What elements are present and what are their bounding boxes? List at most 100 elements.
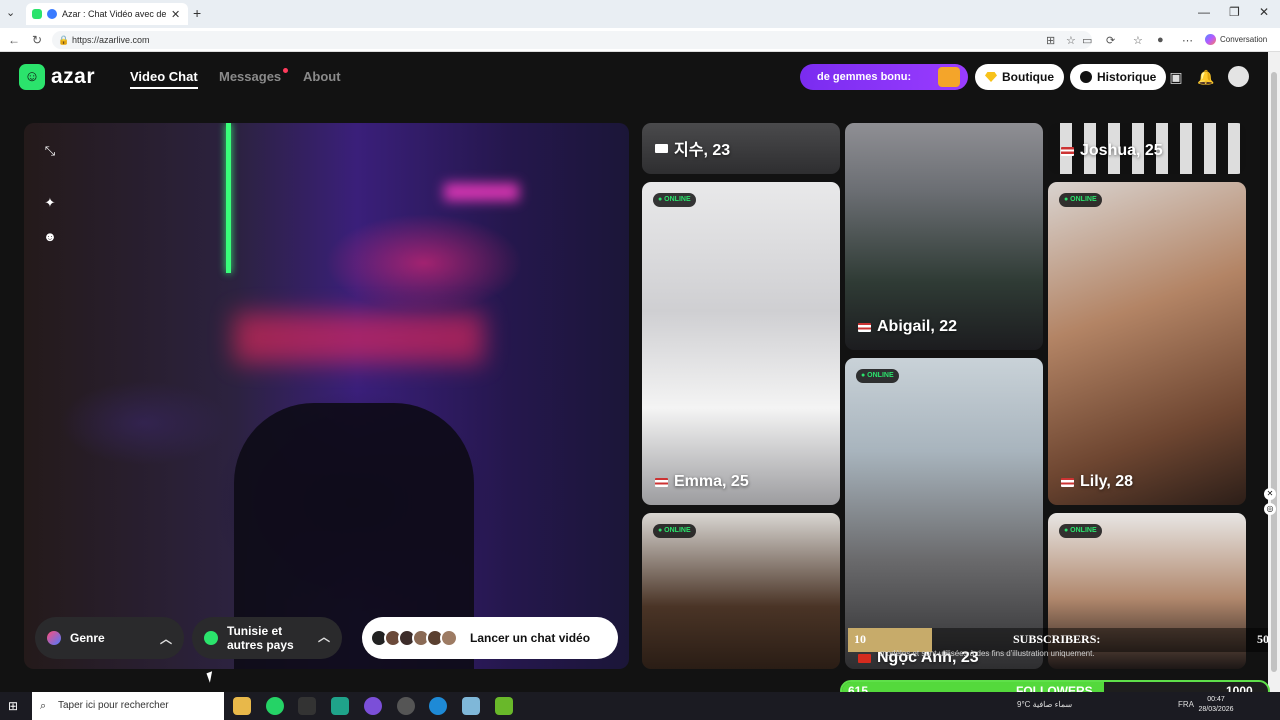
profile-card[interactable]: ● ONLINE Emma, 25 xyxy=(642,182,840,505)
globe-icon xyxy=(204,631,218,645)
profile-card[interactable]: ● ONLINE Ngọc Anh, 23 xyxy=(845,358,1043,669)
gender-filter-button[interactable]: Genre ︿ xyxy=(35,617,184,659)
profile-card[interactable]: Abigail, 22 xyxy=(845,123,1043,350)
azar-logo[interactable]: ☺ azar xyxy=(19,64,95,90)
boutique-button[interactable]: Boutique xyxy=(975,64,1064,90)
app-icon[interactable] xyxy=(397,697,415,715)
magic-wand-icon[interactable]: ✦ xyxy=(42,195,58,211)
browser-tab-bar: ⌄ Azar : Chat Vidéo avec de nou ✕ + — ❐ … xyxy=(0,0,1280,28)
sticker-face-icon[interactable]: ☻ xyxy=(42,229,58,245)
bonus-gems-banner[interactable]: de gemmes bonu: xyxy=(800,64,968,90)
app-icon[interactable] xyxy=(298,697,316,715)
flag-icon xyxy=(1061,477,1074,487)
profile-name: Lily, 28 xyxy=(1061,473,1133,491)
apps-icon[interactable]: ⊞ xyxy=(1046,34,1055,47)
profile-name: Abigail, 22 xyxy=(858,318,957,336)
minimize-icon[interactable]: — xyxy=(1198,5,1210,19)
gender-icon xyxy=(47,631,61,645)
profile-card[interactable]: 지수, 23 xyxy=(642,123,840,174)
gem-icon xyxy=(985,72,997,82)
region-filter-button[interactable]: Tunisie et autres pays ︿ xyxy=(192,617,342,659)
azar-logo-icon: ☺ xyxy=(19,64,45,90)
profile-name-text: Lily, 28 xyxy=(1080,473,1134,490)
windows-start-icon[interactable]: ⊞ xyxy=(8,699,22,713)
nav-about[interactable]: About xyxy=(303,69,341,84)
camera-icon[interactable]: ▭ xyxy=(1082,34,1092,47)
profile-icon[interactable]: ● xyxy=(1157,34,1164,46)
search-icon: ⌕ xyxy=(40,700,47,712)
taskbar-clock[interactable]: 00:47 28/03/2026 xyxy=(1196,695,1236,715)
app-icon[interactable] xyxy=(495,697,513,715)
subscribers-label: SUBSCRIBERS: xyxy=(1013,632,1101,646)
edge-browser-icon[interactable] xyxy=(429,697,447,715)
whatsapp-icon[interactable] xyxy=(266,697,284,715)
more-menu-icon[interactable]: ⋯ xyxy=(1182,34,1193,47)
online-badge: ● ONLINE xyxy=(653,193,696,207)
nav-messages[interactable]: Messages xyxy=(219,69,281,84)
region-label: Tunisie et autres pays xyxy=(227,624,294,652)
online-badge: ● ONLINE xyxy=(653,524,696,538)
profile-card[interactable]: ● ONLINE Lily, 28 xyxy=(1048,182,1246,505)
extensions-icon[interactable]: ⟳ xyxy=(1106,34,1115,47)
close-tab-icon[interactable]: ✕ xyxy=(171,8,180,21)
flag-icon xyxy=(858,322,871,332)
nav-video-chat[interactable]: Video Chat xyxy=(130,69,198,89)
file-explorer-icon[interactable] xyxy=(233,697,251,715)
favorite-star-icon[interactable]: ☆ xyxy=(1066,34,1076,47)
copilot-icon xyxy=(1205,34,1216,45)
avatar-stack xyxy=(370,629,458,647)
close-circle-icon[interactable]: ✕ xyxy=(1264,488,1276,500)
browser-tab[interactable]: Azar : Chat Vidéo avec de nou ✕ xyxy=(26,3,188,25)
taskbar-search-placeholder: Taper ici pour rechercher xyxy=(58,700,169,711)
chevron-up-icon: ︿ xyxy=(317,630,330,644)
address-bar[interactable]: 🔒 https://azarlive.com xyxy=(52,31,1092,49)
favorites-icon[interactable]: ☆ xyxy=(1133,34,1143,47)
app-icon[interactable] xyxy=(364,697,382,715)
region-label-line2: autres pays xyxy=(227,638,294,652)
tab-status-icon xyxy=(47,9,57,19)
online-badge: ● ONLINE xyxy=(856,369,899,383)
date-text: 28/03/2026 xyxy=(1198,706,1234,713)
flag-icon xyxy=(655,143,668,153)
copilot-conversation-button[interactable]: Conversation xyxy=(1205,34,1267,45)
taskbar-search-box[interactable]: ⌕ Taper ici pour rechercher xyxy=(32,692,224,720)
page-scrollbar[interactable] xyxy=(1268,52,1280,692)
launch-video-chat-button[interactable]: Lancer un chat vidéo xyxy=(362,617,618,659)
user-avatar[interactable] xyxy=(1228,66,1249,87)
neon-light xyxy=(226,123,231,273)
screen: ⌄ Azar : Chat Vidéo avec de nou ✕ + — ❐ … xyxy=(0,0,1280,720)
historique-button[interactable]: Historique xyxy=(1070,64,1167,90)
lock-icon: 🔒 xyxy=(58,35,70,45)
language-indicator[interactable]: FRA xyxy=(1178,700,1194,709)
settings-circle-icon[interactable]: ◎ xyxy=(1264,503,1276,515)
gender-label: Genre xyxy=(70,631,105,645)
back-icon[interactable]: ← xyxy=(8,33,20,47)
close-window-icon[interactable]: ✕ xyxy=(1259,5,1269,19)
azar-app: ☺ azar Video Chat Messages About de gemm… xyxy=(0,52,1268,692)
subscribers-goal: 50 xyxy=(1257,632,1269,646)
conversation-label: Conversation xyxy=(1220,35,1268,44)
inbox-icon[interactable]: ▣ xyxy=(1167,68,1185,86)
pink-light xyxy=(444,183,519,201)
gift-box-icon xyxy=(938,67,960,87)
weather-text[interactable]: 9°C سماء صافية xyxy=(1017,700,1072,709)
profile-card[interactable]: ● ONLINE xyxy=(642,513,840,669)
address-toolbar: ← ↻ 🔒 https://azarlive.com ⊞ ☆ ▭ ⟳ ☆ ● ⋯… xyxy=(0,28,1280,52)
flag-icon xyxy=(858,653,871,663)
minimize-video-icon[interactable]: ⤡ xyxy=(42,143,58,159)
scrollbar-thumb[interactable] xyxy=(1271,72,1277,672)
bell-icon[interactable]: 🔔 xyxy=(1197,68,1215,86)
tab-menu-icon[interactable]: ⌄ xyxy=(6,6,15,19)
profile-card[interactable]: Joshua, 25 xyxy=(1048,123,1246,174)
flag-icon xyxy=(1061,146,1074,156)
refresh-icon[interactable]: ↻ xyxy=(32,33,42,47)
profile-name: Joshua, 25 xyxy=(1061,142,1163,160)
new-tab-icon[interactable]: + xyxy=(193,5,201,21)
online-badge: ● ONLINE xyxy=(1059,524,1102,538)
boutique-label: Boutique xyxy=(1002,70,1054,84)
tab-title: Azar : Chat Vidéo avec de nou xyxy=(62,9,166,19)
app-icon[interactable] xyxy=(462,697,480,715)
restore-icon[interactable]: ❐ xyxy=(1229,5,1240,19)
profile-name-text: Emma, 25 xyxy=(674,473,749,490)
app-icon[interactable] xyxy=(331,697,349,715)
